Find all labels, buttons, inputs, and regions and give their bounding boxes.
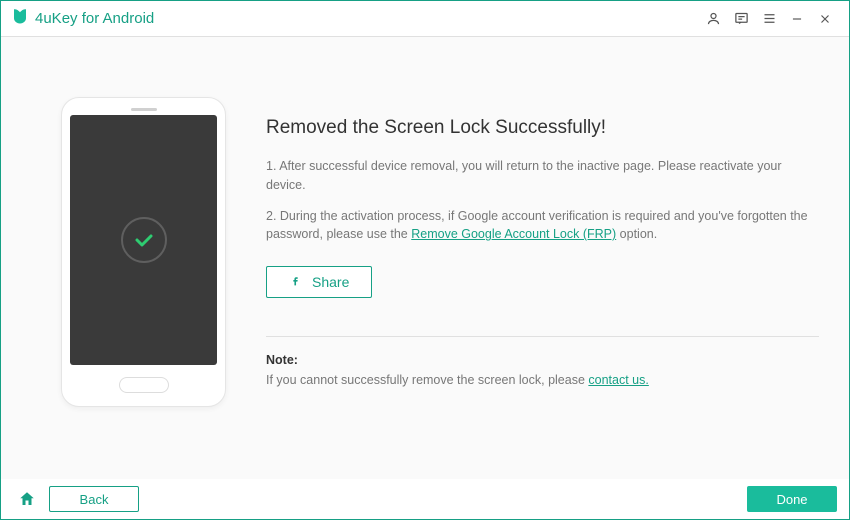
share-label: Share [312, 274, 349, 290]
note-title: Note: [266, 353, 819, 367]
back-button[interactable]: Back [49, 486, 139, 512]
note-prefix: If you cannot successfully remove the sc… [266, 373, 588, 387]
success-heading: Removed the Screen Lock Successfully! [266, 117, 819, 139]
logo-icon [11, 7, 29, 30]
footer: Back Done [1, 479, 849, 519]
phone-column [61, 97, 226, 459]
facebook-icon [289, 274, 302, 290]
minimize-icon[interactable] [783, 5, 811, 33]
done-button[interactable]: Done [747, 486, 837, 512]
instruction-2: 2. During the activation process, if Goo… [266, 207, 819, 245]
checkmark-icon [121, 217, 167, 263]
app-logo: 4uKey for Android [11, 7, 154, 30]
remove-frp-link[interactable]: Remove Google Account Lock (FRP) [411, 227, 616, 241]
instruction-2-suffix: option. [620, 227, 658, 241]
titlebar: 4uKey for Android [1, 1, 849, 37]
main-content: Removed the Screen Lock Successfully! 1.… [1, 37, 849, 479]
share-button[interactable]: Share [266, 266, 372, 298]
instruction-1: 1. After successful device removal, you … [266, 157, 819, 195]
menu-icon[interactable] [755, 5, 783, 33]
feedback-icon[interactable] [727, 5, 755, 33]
app-title: 4uKey for Android [35, 10, 154, 27]
phone-home-button [119, 377, 169, 393]
app-window: 4uKey for Android [0, 0, 850, 520]
text-column: Removed the Screen Lock Successfully! 1.… [266, 97, 819, 459]
close-icon[interactable] [811, 5, 839, 33]
user-icon[interactable] [699, 5, 727, 33]
phone-graphic [61, 97, 226, 407]
contact-us-link[interactable]: contact us. [588, 373, 648, 387]
phone-earpiece [131, 108, 157, 111]
home-icon[interactable] [13, 485, 41, 513]
phone-screen [70, 115, 217, 365]
separator [266, 336, 819, 337]
note-text: If you cannot successfully remove the sc… [266, 371, 819, 390]
